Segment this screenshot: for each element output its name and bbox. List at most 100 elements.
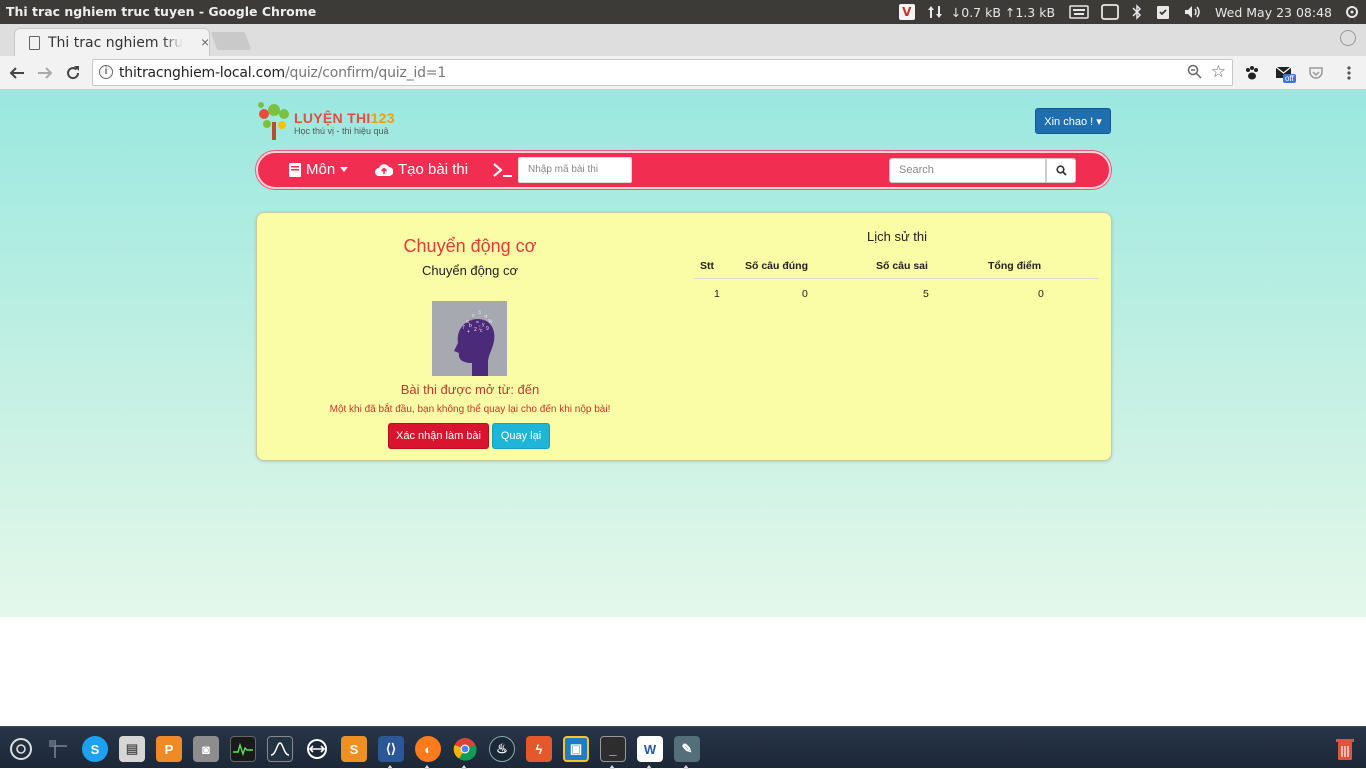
url-text: thitracnghiem-local.com/quiz/confirm/qui…: [119, 65, 447, 81]
cell-correct: 0: [802, 288, 808, 300]
volume-icon[interactable]: [1177, 0, 1209, 24]
word-icon[interactable]: W: [637, 736, 663, 762]
forward-arrow-icon[interactable]: [33, 61, 57, 85]
system-top-panel: Thi trac nghiem truc tuyen - Google Chro…: [0, 0, 1366, 24]
nav-create-quiz[interactable]: Tạo bài thi: [375, 161, 468, 178]
table-row: 1 0 5 0: [694, 279, 1099, 307]
extension-off-badge: off: [1283, 74, 1296, 83]
site-logo[interactable]: LUYỆN THI123 Học thú vị - thi hiệu quả: [255, 98, 405, 142]
running-indicator: [646, 765, 652, 769]
terminal-icon[interactable]: _: [600, 736, 626, 762]
user-greeting-dropdown[interactable]: Xin chao ! ▾: [1035, 108, 1111, 134]
tree-logo-icon: [258, 102, 289, 140]
site-info-icon[interactable]: i: [99, 65, 113, 79]
col-header-wrong: Số câu sai: [876, 260, 928, 272]
svg-text:2: 2: [474, 327, 477, 333]
search-input[interactable]: Search: [889, 158, 1046, 183]
trash-icon[interactable]: [1332, 736, 1358, 762]
nav-create-label: Tạo bài thi: [398, 161, 469, 178]
network-updown-icon[interactable]: [921, 0, 949, 24]
address-bar[interactable]: i thitracnghiem-local.com/quiz/confirm/q…: [92, 59, 1233, 86]
taskbar: S ▤ P ◙ S ⟨⟩ ◐ ♨ ϟ ▣ _ W ✎: [0, 726, 1366, 769]
svg-text:∑: ∑: [478, 325, 482, 331]
browser-tabstrip: Thi trac nghiem truc tuyen ×: [0, 24, 1366, 56]
browser-toolbar: i thitracnghiem-local.com/quiz/confirm/q…: [0, 56, 1366, 90]
extension-pocket-icon[interactable]: [1306, 63, 1326, 83]
col-header-total: Tổng điểm: [988, 260, 1042, 272]
files-icon[interactable]: ▤: [119, 736, 145, 762]
keyboard-icon[interactable]: [1063, 0, 1095, 24]
running-indicator: [683, 765, 689, 769]
browser-tab[interactable]: Thi trac nghiem truc tuyen ×: [14, 28, 210, 56]
pdf-icon[interactable]: P: [156, 736, 182, 762]
caret-down-icon: [340, 167, 349, 172]
bookmark-star-icon[interactable]: ☆: [1211, 62, 1226, 82]
running-indicator: [424, 765, 430, 769]
sublime-icon[interactable]: S: [341, 736, 367, 762]
svg-text:%: %: [488, 319, 493, 325]
back-arrow-icon[interactable]: [5, 61, 29, 85]
display-icon[interactable]: [1095, 0, 1125, 24]
cloud-upload-icon: [375, 163, 393, 176]
virtualbox-icon[interactable]: ▣: [563, 736, 589, 762]
book-icon: [289, 162, 301, 177]
chrome-icon[interactable]: [452, 736, 478, 762]
firefox-icon[interactable]: ◐: [415, 736, 441, 762]
nav-subject-dropdown[interactable]: Môn: [289, 161, 349, 178]
page-bottom-area: [0, 617, 1366, 726]
svg-text:4: 4: [482, 317, 485, 323]
cell-wrong: 5: [923, 288, 929, 300]
scope-icon[interactable]: [267, 736, 293, 762]
quiz-warning: Một khi đã bắt đầu, bạn không thể quay l…: [329, 404, 611, 415]
search-icon: [1055, 165, 1067, 176]
teamviewer-icon[interactable]: [304, 736, 330, 762]
steam-icon[interactable]: ♨: [489, 736, 515, 762]
clock-text[interactable]: Wed May 23 08:48: [1209, 0, 1338, 24]
history-table-header: Stt Số câu đúng Số câu sai Tổng điểm: [694, 255, 1099, 279]
svg-text:√: √: [470, 316, 473, 323]
tab-close-icon[interactable]: ×: [201, 34, 209, 50]
ubuntu-icon[interactable]: [8, 736, 34, 762]
back-button[interactable]: Quay lại: [492, 423, 550, 449]
chrome-menu-icon[interactable]: [1339, 63, 1359, 83]
cell-total: 0: [1038, 288, 1044, 300]
reload-icon[interactable]: [61, 61, 85, 85]
net-down-text: ↓0.7 kB: [950, 4, 1001, 20]
power-gear-icon[interactable]: [1338, 0, 1366, 24]
confirm-start-button[interactable]: Xác nhận làm bài: [388, 423, 489, 449]
logo-tagline: Học thú vị - thi hiệu quả: [294, 126, 389, 136]
extension-paw-icon[interactable]: [1242, 63, 1262, 83]
cell-stt: 1: [714, 288, 720, 300]
camera-icon[interactable]: ◙: [193, 736, 219, 762]
svg-text:7: 7: [462, 325, 465, 331]
col-header-stt: Stt: [700, 260, 714, 272]
skype-icon[interactable]: S: [82, 736, 108, 762]
tab-title: Thi trac nghiem truc tuyen: [48, 35, 183, 51]
vscode-icon[interactable]: ⟨⟩: [378, 736, 404, 762]
col-header-correct: Số câu đúng: [745, 260, 808, 272]
quiz-subtitle: Chuyển động cơ: [422, 263, 518, 278]
workspace-icon[interactable]: [45, 736, 71, 762]
v-indicator-icon[interactable]: V: [893, 0, 921, 24]
profile-icon[interactable]: [1340, 30, 1356, 46]
running-indicator: [387, 765, 393, 769]
new-tab-button[interactable]: [210, 32, 252, 50]
notes-icon[interactable]: ✎: [674, 736, 700, 762]
extension-mail-icon[interactable]: off: [1274, 63, 1296, 83]
history-table: Stt Số câu đúng Số câu sai Tổng điểm 1 0…: [694, 255, 1099, 307]
net-up-text: ↑1.3 kB: [1004, 4, 1056, 20]
quiz-code-input[interactable]: Nhập mã bài thi: [518, 157, 632, 183]
zoom-icon[interactable]: [1187, 64, 1202, 82]
running-indicator: [609, 765, 615, 769]
svg-text:9: 9: [486, 326, 489, 332]
lightning-icon[interactable]: ϟ: [526, 736, 552, 762]
svg-text:3: 3: [478, 310, 481, 316]
nav-subject-label: Môn: [306, 161, 336, 178]
system-tray: V ↓0.7 kB ↑1.3 kB Wed May 23 08:48: [893, 0, 1366, 24]
search-button[interactable]: [1046, 158, 1076, 183]
clipboard-check-icon[interactable]: [1149, 0, 1177, 24]
running-indicator: [461, 765, 467, 769]
bluetooth-icon[interactable]: [1125, 0, 1149, 24]
system-monitor-icon[interactable]: [230, 736, 256, 762]
svg-text:+: +: [467, 329, 470, 335]
